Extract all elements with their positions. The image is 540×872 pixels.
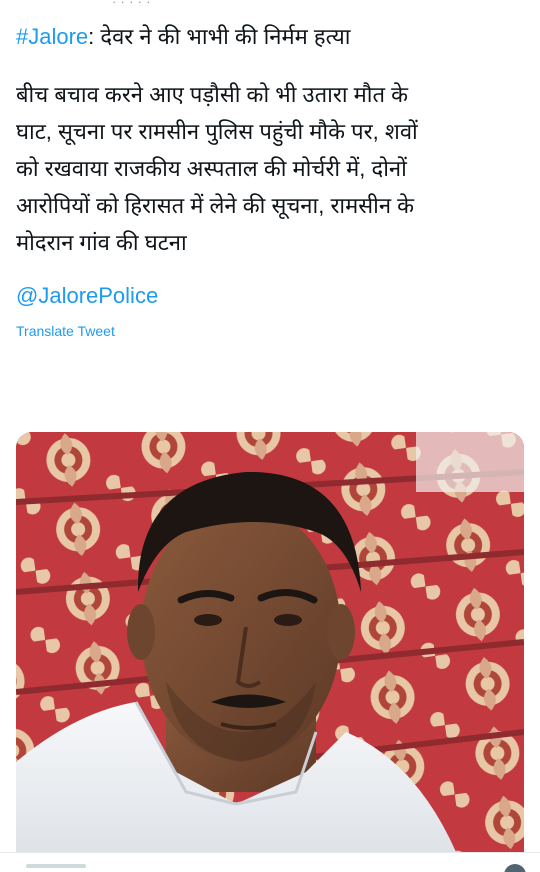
body-line: घाट, सूचना पर रामसीन पुलिस पहुंची मौके प… (16, 119, 418, 144)
clipped-action-bar (26, 864, 86, 868)
tweet-photo[interactable] (16, 432, 524, 852)
man-portrait-photo (16, 432, 524, 852)
clipped-header-text: · · · · · (112, 0, 151, 9)
mention-link[interactable]: @JalorePolice (16, 283, 158, 309)
tweet-body: बीच बचाव करने आए पड़ौसी को भी उतारा मौत … (16, 76, 526, 261)
divider (0, 852, 540, 853)
body-line: को रखवाया राजकीय अस्पताल की मोर्चरी में,… (16, 156, 407, 181)
headline-text: : देवर ने की भाभी की निर्मम हत्या (88, 24, 351, 49)
body-line: मोदरान गांव की घटना (16, 230, 187, 255)
hashtag-link[interactable]: #Jalore (16, 24, 88, 49)
share-icon[interactable] (504, 864, 526, 872)
translate-tweet-link[interactable]: Translate Tweet (16, 323, 526, 339)
tweet-headline: #Jalore: देवर ने की भाभी की निर्मम हत्या (16, 18, 526, 56)
body-line: बीच बचाव करने आए पड़ौसी को भी उतारा मौत … (16, 82, 409, 107)
tweet: #Jalore: देवर ने की भाभी की निर्मम हत्या… (16, 18, 526, 339)
body-line: आरोपियों को हिरासत में लेने की सूचना, रा… (16, 193, 415, 218)
